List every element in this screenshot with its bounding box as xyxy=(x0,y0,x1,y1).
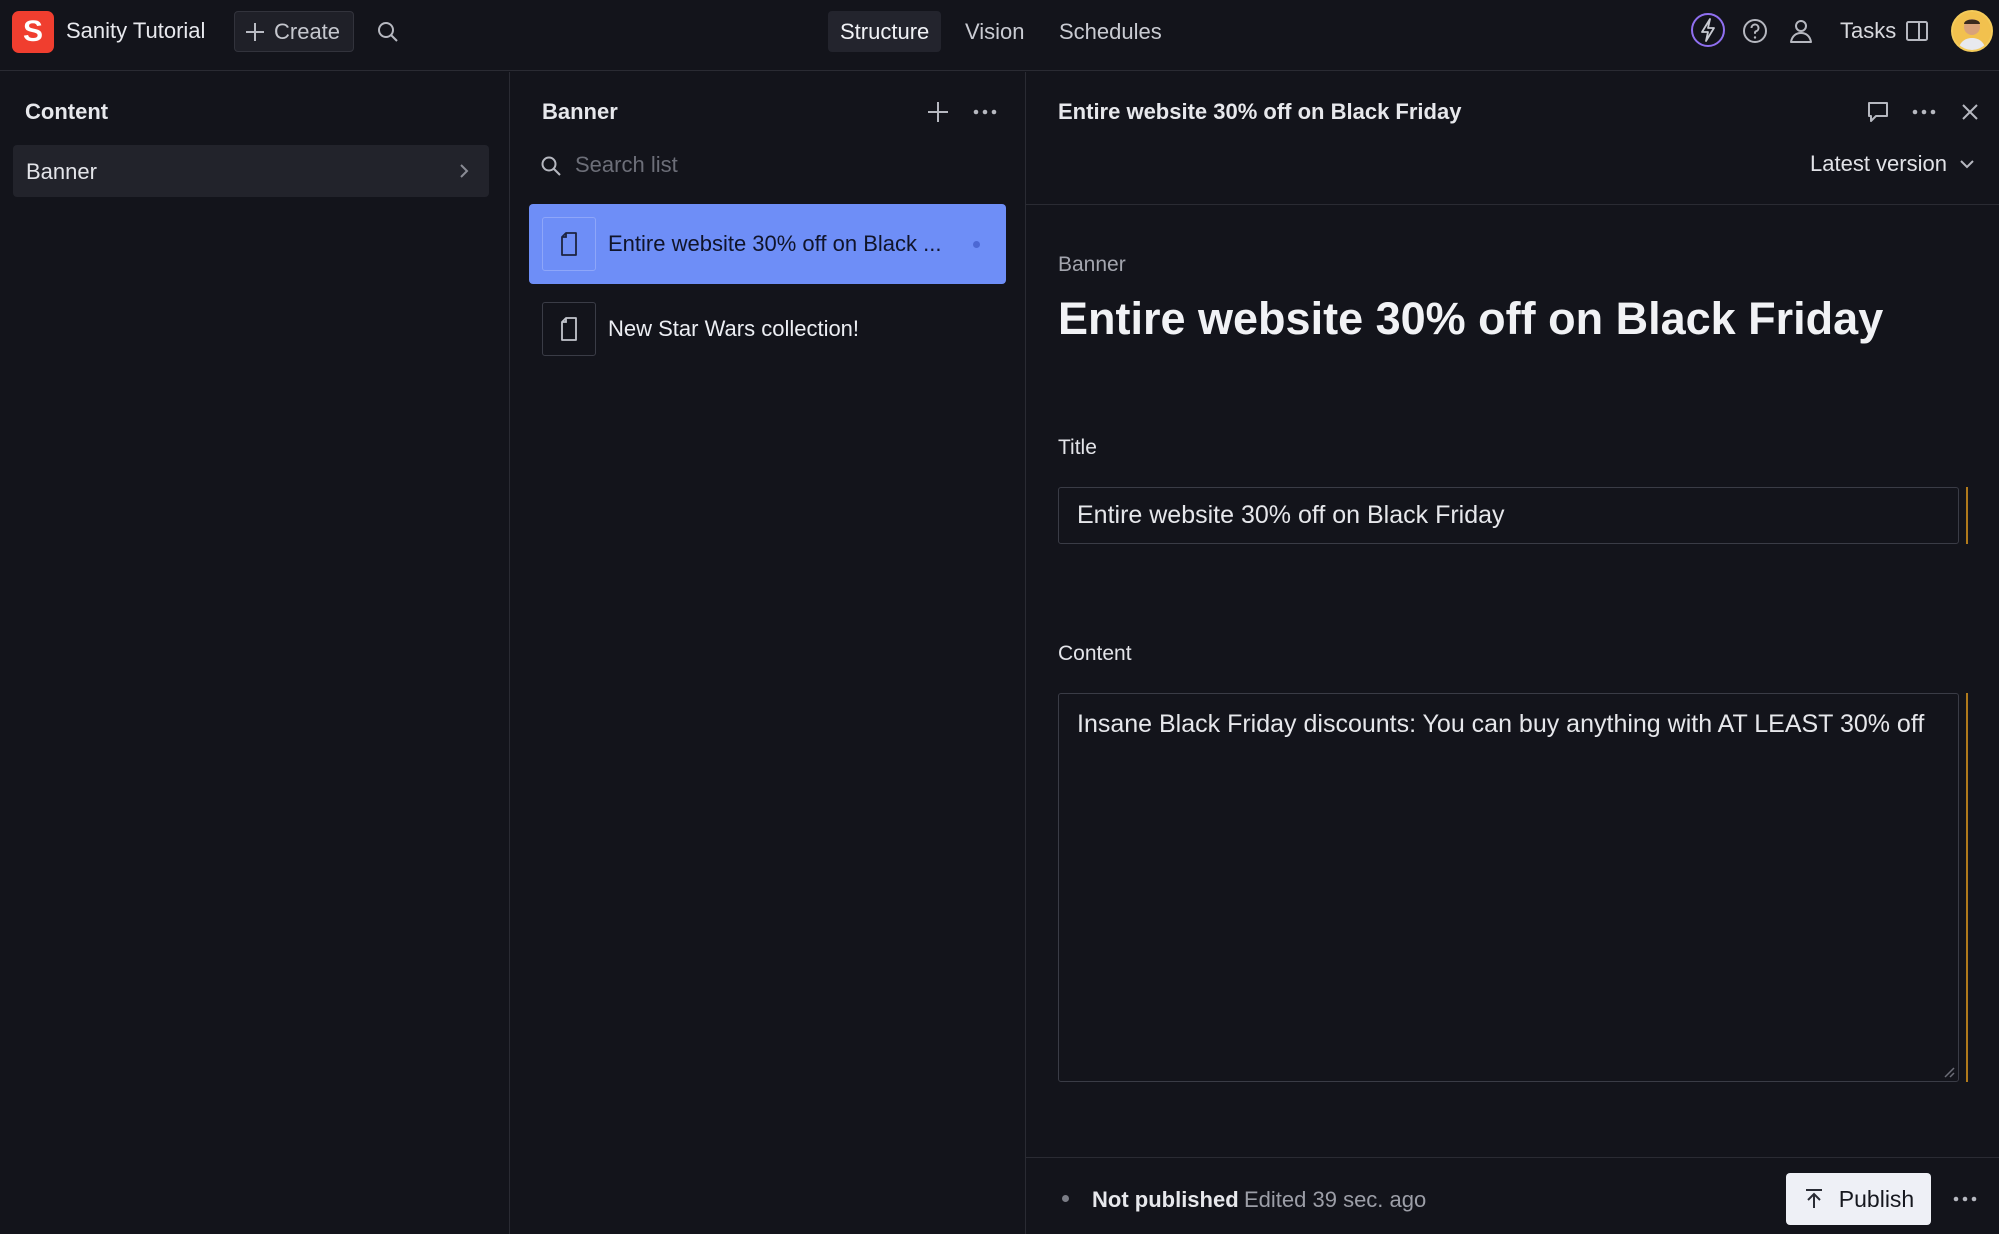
content-field[interactable]: Insane Black Friday discounts: You can b… xyxy=(1058,693,1959,1082)
version-select[interactable]: Latest version xyxy=(1810,151,1975,177)
document-type-label: Banner xyxy=(1058,253,1126,276)
status-dot xyxy=(1062,1195,1069,1202)
change-indicator xyxy=(1966,487,1968,544)
list-item-label: New Star Wars collection! xyxy=(608,316,860,341)
document-title: Entire website 30% off on Black Friday xyxy=(1058,293,1884,344)
draft-status-dot xyxy=(973,241,980,248)
tasks-button[interactable]: Tasks xyxy=(1840,18,1896,44)
document-header-title: Entire website 30% off on Black Friday xyxy=(1058,99,1462,124)
close-icon[interactable] xyxy=(1957,99,1983,125)
publish-status: Not published xyxy=(1092,1187,1239,1212)
app-title[interactable]: Sanity Tutorial xyxy=(66,18,205,44)
document-icon xyxy=(542,217,596,271)
create-button[interactable]: Create xyxy=(234,11,354,52)
list-item-black-friday[interactable]: Entire website 30% off on Black ... xyxy=(529,204,1006,284)
more-options-icon[interactable] xyxy=(970,98,1000,126)
content-pane-title: Content xyxy=(25,99,109,124)
content-item-label: Banner xyxy=(26,159,97,184)
search-icon[interactable] xyxy=(374,18,402,46)
add-document-icon[interactable] xyxy=(924,98,952,126)
top-navbar: S Sanity Tutorial Create Structure Visio… xyxy=(0,0,1999,71)
help-icon[interactable] xyxy=(1740,16,1770,46)
title-field-label: Title xyxy=(1058,436,1097,459)
publish-icon xyxy=(1803,1188,1825,1210)
resize-handle-icon[interactable] xyxy=(1943,1066,1955,1078)
pane-divider xyxy=(509,72,510,1234)
content-item-banner[interactable]: Banner xyxy=(13,145,489,197)
panel-icon[interactable] xyxy=(1904,18,1930,44)
chevron-down-icon xyxy=(1959,158,1975,170)
list-pane-title: Banner xyxy=(542,99,618,124)
chevron-right-icon xyxy=(457,162,471,180)
footer-divider xyxy=(1026,1157,1999,1158)
change-indicator xyxy=(1966,693,1968,1082)
header-divider xyxy=(1026,204,1999,205)
version-label: Latest version xyxy=(1810,151,1947,176)
content-field-label: Content xyxy=(1058,642,1132,665)
document-icon xyxy=(542,302,596,356)
publish-button-label: Publish xyxy=(1838,1185,1915,1212)
pane-divider xyxy=(1025,72,1026,1234)
sanity-logo[interactable]: S xyxy=(12,11,54,53)
bolt-icon[interactable] xyxy=(1690,12,1726,48)
edited-timestamp: Edited 39 sec. ago xyxy=(1244,1187,1427,1212)
search-list-input[interactable] xyxy=(575,148,995,182)
more-options-icon[interactable] xyxy=(1909,98,1939,126)
publish-button[interactable]: Publish xyxy=(1786,1173,1931,1225)
tab-schedules[interactable]: Schedules xyxy=(1047,11,1174,52)
avatar[interactable] xyxy=(1951,10,1993,52)
comment-icon[interactable] xyxy=(1863,98,1893,126)
list-item-label: Entire website 30% off on Black ... xyxy=(608,231,942,256)
more-actions-icon[interactable] xyxy=(1950,1185,1980,1213)
title-field[interactable] xyxy=(1058,487,1959,544)
users-icon[interactable] xyxy=(1786,16,1816,46)
list-item-star-wars[interactable]: New Star Wars collection! xyxy=(529,289,1006,369)
tab-vision[interactable]: Vision xyxy=(953,11,1037,52)
tab-structure[interactable]: Structure xyxy=(828,11,942,52)
search-list-icon xyxy=(538,153,564,179)
create-button-label: Create xyxy=(274,18,341,44)
plus-icon xyxy=(244,21,266,43)
